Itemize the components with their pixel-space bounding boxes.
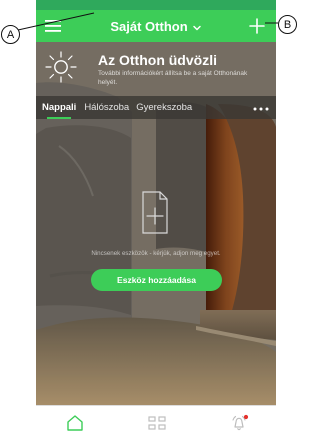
home-selector-button[interactable]: Saját Otthon [94,15,218,37]
callout-a: A [1,25,20,44]
empty-state-text: Nincsenek eszközök - kérjük, adjon meg e… [91,250,221,257]
welcome-subtitle: További információkért állítsa be a sajá… [98,70,248,86]
room-tabs: Nappali Hálószoba Gyerekszoba [36,96,276,119]
status-bar [36,0,276,10]
hamburger-menu-icon[interactable] [44,17,62,35]
top-app-bar: Saját Otthon [36,10,276,42]
alarm-bell-icon[interactable] [228,412,250,434]
devices-grid-icon[interactable] [146,412,168,434]
callout-b: B [278,15,297,34]
welcome-banner: Az Otthon üdvözli További információkért… [36,42,276,96]
tab-haloszoba[interactable]: Hálószoba [84,96,129,119]
page-title: Saját Otthon [110,18,188,34]
home-icon[interactable] [64,412,86,434]
phone-screen: Saját Otthon Az Otthon üdvözli További i… [36,0,276,436]
more-horizontal-icon[interactable] [252,102,270,114]
plus-icon[interactable] [248,17,266,35]
notification-dot [243,414,249,420]
tab-nappali[interactable]: Nappali [42,96,76,119]
tab-gyerekszoba[interactable]: Gyerekszoba [136,96,192,119]
welcome-title: Az Otthon üdvözli [98,52,217,68]
bottom-navigation [36,405,276,436]
add-device-button[interactable]: Eszköz hozzáadása [91,269,222,291]
chevron-down-icon [192,21,202,31]
add-document-icon [136,188,174,238]
sun-icon [44,50,78,84]
